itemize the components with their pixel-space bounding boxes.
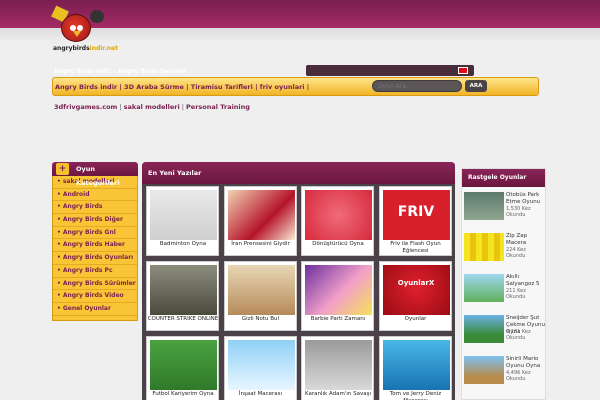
category-sidebar: + Oyun Kategorileri sakal modelleriAndro… — [52, 162, 138, 321]
post-card[interactable]: Dönüştürücü Oyna — [301, 186, 374, 256]
post-title[interactable]: Oyunlar — [380, 316, 452, 323]
football-field-thumbnail[interactable] — [150, 340, 217, 390]
post-title[interactable]: Gizli Notu Bul — [225, 316, 297, 323]
read-count: 224 Kez Okundu — [506, 247, 526, 259]
dark-city-thumbnail[interactable] — [305, 340, 372, 390]
thumbnail-text: OyunlarX — [397, 279, 435, 287]
post-title[interactable]: İran Prensesini Giydir — [225, 241, 297, 248]
post-card[interactable]: FRIV Friv ile Flash Oyun Eğlencesi — [378, 186, 452, 256]
random-title[interactable]: Akıllı Salyangoz 5 — [506, 274, 546, 288]
read-count: 4,496 Kez Okundu — [506, 370, 531, 382]
post-title[interactable]: Barbie Parti Zamanı — [302, 316, 374, 323]
post-card[interactable]: Tom ve Jerry Deniz Macerası — [378, 336, 452, 400]
post-title[interactable]: COUNTER STRIKE ONLINE — [147, 316, 219, 323]
random-title[interactable]: Sinirli Mario Oyunu Oyna — [506, 356, 546, 370]
post-title[interactable]: Friv ile Flash Oyun Eğlencesi — [380, 241, 452, 254]
sub-link[interactable]: 3dfrivgames.com — [54, 103, 117, 111]
category-header: + Oyun Kategorileri — [52, 162, 138, 187]
category-list: sakal modelleriAndroidAngry BirdsAngry B… — [52, 176, 138, 321]
post-title[interactable]: Badminton Oyna — [147, 241, 219, 248]
category-item[interactable]: Angry Birds Gnl — [53, 227, 137, 240]
post-card[interactable]: Futbol Kariyerim Oyna — [146, 336, 219, 400]
category-item[interactable]: Angry Birds Haber — [53, 239, 137, 253]
random-header: Rastgele Oyunlar — [462, 169, 545, 187]
post-card[interactable]: Karanlık Adam'ın Savaşı — [301, 336, 374, 400]
black-bird-icon — [90, 10, 104, 23]
angry-face-thumbnail[interactable]: OyunlarX — [382, 265, 450, 315]
category-item[interactable]: Android — [53, 189, 137, 202]
random-item[interactable]: Zip Zap Macera 224 Kez Okundu — [462, 230, 546, 264]
random-item[interactable]: Otobüs Park Etme Oyunu 1,530 Kez Okundu — [462, 189, 546, 223]
random-item[interactable]: Akıllı Salyangoz 5 211 Kez Okundu — [462, 271, 546, 305]
random-item[interactable]: Sneijder Şut Çekme Oyunu Oyna 4,131 Kez O… — [462, 312, 546, 346]
post-card[interactable]: OyunlarX Oyunlar — [378, 261, 452, 331]
sub-links: 3dfrivgames.com | sakal modelleri | Pers… — [54, 103, 250, 111]
post-title[interactable]: İnşaat Macerası — [225, 391, 297, 398]
nav-links: Angry Birds indir | 3D Araba Sürme | Tir… — [55, 83, 310, 91]
barbie-party-thumbnail[interactable] — [305, 265, 372, 315]
read-count: 1,530 Kez Okundu — [506, 206, 531, 218]
category-item[interactable]: Angry Birds Pc — [53, 265, 137, 278]
thumbnail-text: FRIV — [397, 204, 435, 220]
nav-link[interactable]: friv oyunlari — [260, 83, 305, 91]
mario-thumbnail[interactable] — [464, 356, 504, 384]
category-item[interactable]: Angry Birds Oyunları — [53, 252, 137, 265]
princess-dressup-thumbnail[interactable] — [227, 190, 295, 240]
category-item[interactable]: Angry Birds Video — [53, 290, 137, 303]
plus-icon: + — [56, 163, 69, 175]
sub-link[interactable]: Personal Training — [186, 103, 250, 111]
post-card[interactable]: İran Prensesini Giydir — [223, 186, 297, 256]
post-card[interactable]: Gizli Notu Bul — [223, 261, 297, 331]
read-count: 4,131 Kez Okundu — [506, 329, 531, 341]
tagline: Angry Birds indir - Angry Birds Oyunlar — [54, 68, 187, 75]
site-logo[interactable]: angrybirdsindir.net — [51, 5, 118, 54]
search-input[interactable] — [372, 80, 462, 92]
nav-link[interactable]: Angry Birds indir — [55, 83, 117, 91]
nav-link[interactable]: Tiramisu Tarifleri — [191, 83, 253, 91]
yellow-grid-thumbnail[interactable] — [464, 233, 504, 261]
snail-thumbnail[interactable] — [464, 274, 504, 302]
friv-logo-thumbnail[interactable]: FRIV — [382, 190, 450, 240]
turkey-flag-icon[interactable] — [458, 67, 468, 74]
living-room-thumbnail[interactable] — [227, 265, 295, 315]
goal-thumbnail[interactable] — [464, 315, 504, 343]
latest-posts-panel: En Yeni Yazılar Badminton Oyna İran Prens… — [142, 162, 455, 400]
red-converter-thumbnail[interactable] — [305, 190, 372, 240]
nav-link[interactable]: 3D Araba Sürme — [124, 83, 184, 91]
post-title[interactable]: Tom ve Jerry Deniz Macerası — [380, 391, 452, 400]
category-item[interactable]: Angry Birds — [53, 201, 137, 215]
panel-title: En Yeni Yazılar — [142, 162, 455, 184]
soldiers-thumbnail[interactable] — [150, 265, 217, 315]
post-card[interactable]: Barbie Parti Zamanı — [301, 261, 374, 331]
bus-park-thumbnail[interactable] — [464, 192, 504, 220]
sea-boat-thumbnail[interactable] — [382, 340, 450, 390]
random-games-sidebar: Rastgele Oyunlar Otobüs Park Etme Oyunu 1… — [461, 168, 546, 400]
random-title[interactable]: Zip Zap Macera — [506, 233, 546, 247]
random-item[interactable]: Sinirli Mario Oyunu Oyna 4,496 Kez Okundu — [462, 353, 546, 387]
post-title[interactable]: Futbol Kariyerim Oyna — [147, 391, 219, 398]
post-title[interactable]: Karanlık Adam'ın Savaşı — [302, 391, 374, 398]
random-title[interactable]: Otobüs Park Etme Oyunu — [506, 192, 546, 206]
search-button[interactable]: ARA — [465, 80, 487, 92]
post-card[interactable]: İnşaat Macerası — [223, 336, 297, 400]
post-card[interactable]: COUNTER STRIKE ONLINE — [146, 261, 219, 331]
read-count: 211 Kez Okundu — [506, 288, 526, 300]
post-card[interactable]: Badminton Oyna — [146, 186, 219, 256]
category-item[interactable]: Angry Birds Sürümler — [53, 278, 137, 291]
logo-text: angrybirdsindir.net — [53, 45, 118, 52]
stickman-badminton-thumbnail[interactable] — [150, 190, 217, 240]
post-title[interactable]: Dönüştürücü Oyna — [302, 241, 374, 248]
category-item[interactable]: Angry Birds Diğer — [53, 214, 137, 227]
construction-sky-thumbnail[interactable] — [227, 340, 295, 390]
top-bar — [306, 65, 474, 76]
category-item[interactable]: Genel Oyunlar — [53, 303, 137, 316]
sub-link[interactable]: sakal modelleri — [124, 103, 180, 111]
red-bird-icon — [61, 14, 91, 42]
